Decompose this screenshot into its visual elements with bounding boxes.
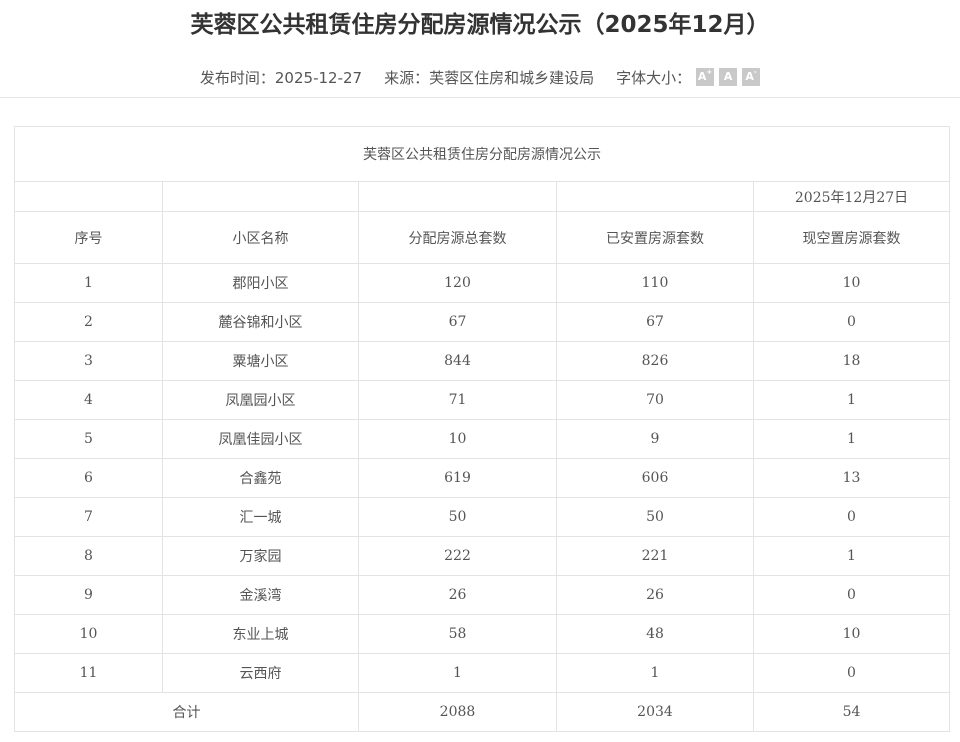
table-cell: 1: [14, 263, 163, 303]
article-meta: 发布时间：2025-12-27 来源：芙蓉区住房和城乡建设局 字体大小： A+ …: [0, 66, 960, 88]
table-cell: 凤凰佳园小区: [162, 419, 359, 459]
table-cell: 13: [752, 458, 951, 498]
table-cell: 70: [556, 380, 754, 420]
empty-cell: [162, 181, 359, 212]
page-title: 芙蓉区公共租赁住房分配房源情况公示（2025年12月）: [190, 12, 770, 38]
table-cell: 10: [14, 614, 163, 654]
table-date: 2025年12月27日: [752, 181, 951, 212]
total-cell: 54: [752, 692, 951, 732]
table-cell: 18: [752, 341, 951, 381]
table-cell: 826: [556, 341, 754, 381]
table-cell: 110: [556, 263, 754, 303]
table-cell: 619: [358, 458, 557, 498]
table-cell: 71: [358, 380, 557, 420]
table-cell: 1: [752, 536, 951, 576]
table-row: 6 合鑫苑 619 606 13: [14, 458, 951, 498]
column-header: 已安置房源套数: [556, 211, 754, 264]
table-cell: 0: [752, 575, 951, 615]
column-header: 序号: [14, 211, 163, 264]
table-cell: 844: [358, 341, 557, 381]
font-decrease-button[interactable]: A-: [742, 68, 761, 86]
table-cell: 26: [556, 575, 754, 615]
table-cell: 合鑫苑: [162, 458, 359, 498]
total-cell: 2034: [556, 692, 754, 732]
table-cell: 67: [358, 302, 557, 342]
table-cell: 6: [14, 458, 163, 498]
font-reset-button[interactable]: A: [719, 68, 738, 86]
table-cell: 云西府: [162, 653, 359, 693]
column-header: 分配房源总套数: [358, 211, 557, 264]
table-cell: 48: [556, 614, 754, 654]
table-row: 9 金溪湾 26 26 0: [14, 575, 951, 615]
table-cell: 9: [556, 419, 754, 459]
table-row: 10 东业上城 58 48 10: [14, 614, 951, 654]
table-row: 3 粟塘小区 844 826 18: [14, 341, 951, 381]
table-caption: 芙蓉区公共租赁住房分配房源情况公示: [13, 126, 951, 182]
table-cell: 8: [14, 536, 163, 576]
table-cell: 1: [556, 653, 754, 693]
table-cell: 汇一城: [162, 497, 359, 537]
table-cell: 粟塘小区: [162, 341, 359, 381]
total-label: 合计: [14, 692, 359, 732]
table-cell: 9: [14, 575, 163, 615]
total-cell: 2088: [358, 692, 557, 732]
table-cell: 3: [14, 341, 163, 381]
table-cell: 0: [752, 497, 951, 537]
table-cell: 221: [556, 536, 754, 576]
table-row: 8 万家园 222 221 1: [14, 536, 951, 576]
table-cell: 1: [752, 419, 951, 459]
table-row: 4 凤凰园小区 71 70 1: [14, 380, 951, 420]
housing-table: 芙蓉区公共租赁住房分配房源情况公示 2025年12月27日 序号 小区名称 分配…: [13, 126, 951, 732]
table-cell: 58: [358, 614, 557, 654]
table-cell: 1: [752, 380, 951, 420]
table-cell: 麓谷锦和小区: [162, 302, 359, 342]
header-divider: [0, 97, 960, 98]
table-cell: 7: [14, 497, 163, 537]
table-cell: 222: [358, 536, 557, 576]
table-cell: 26: [358, 575, 557, 615]
source: 来源：芙蓉区住房和城乡建设局: [384, 68, 595, 87]
table-cell: 67: [556, 302, 754, 342]
table-cell: 4: [14, 380, 163, 420]
column-header: 现空置房源套数: [752, 211, 951, 264]
table-cell: 东业上城: [162, 614, 359, 654]
table-cell: 50: [358, 497, 557, 537]
table-cell: 2: [14, 302, 163, 342]
table-cell: 万家园: [162, 536, 359, 576]
column-header: 小区名称: [162, 211, 359, 264]
empty-cell: [556, 181, 754, 212]
table-row: 11 云西府 1 1 0: [14, 653, 951, 693]
table-row: 1 郡阳小区 120 110 10: [14, 263, 951, 303]
font-size-label: 字体大小：: [616, 68, 692, 87]
table-cell: 11: [14, 653, 163, 693]
table-cell: 10: [752, 263, 951, 303]
table-row: 7 汇一城 50 50 0: [14, 497, 951, 537]
table-row: 2 麓谷锦和小区 67 67 0: [14, 302, 951, 342]
table-cell: 10: [358, 419, 557, 459]
table-cell: 10: [752, 614, 951, 654]
table-cell: 凤凰园小区: [162, 380, 359, 420]
table-row: 5 凤凰佳园小区 10 9 1: [14, 419, 951, 459]
table-cell: 120: [358, 263, 557, 303]
publish-time: 发布时间：2025-12-27: [199, 68, 363, 87]
table-cell: 5: [14, 419, 163, 459]
table-cell: 0: [752, 653, 951, 693]
table-header-row: 序号 小区名称 分配房源总套数 已安置房源套数 现空置房源套数: [14, 211, 951, 264]
table-cell: 郡阳小区: [162, 263, 359, 303]
table-cell: 50: [556, 497, 754, 537]
table-cell: 606: [556, 458, 754, 498]
total-row: 合计 2088 2034 54: [14, 692, 951, 732]
table-cell: 0: [752, 302, 951, 342]
font-increase-button[interactable]: A+: [696, 68, 715, 86]
empty-cell: [14, 181, 163, 212]
empty-cell: [358, 181, 557, 212]
table-cell: 1: [358, 653, 557, 693]
table-cell: 金溪湾: [162, 575, 359, 615]
